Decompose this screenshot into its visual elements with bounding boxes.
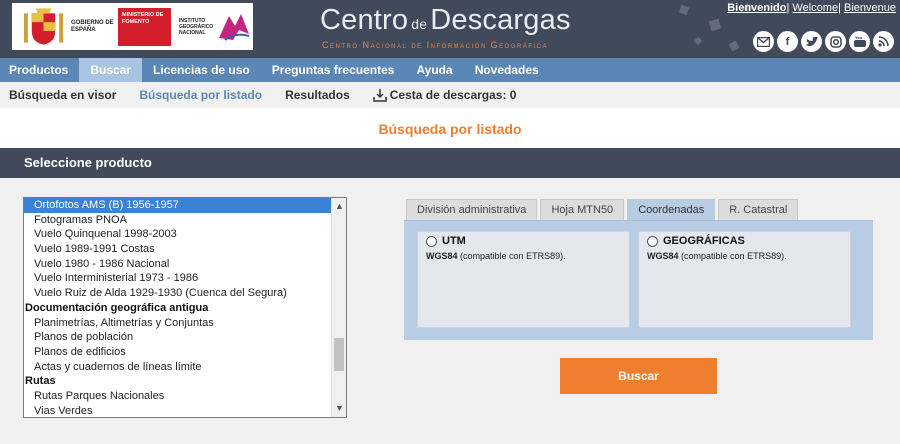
facebook-icon[interactable]: f: [777, 31, 798, 52]
section-title: Seleccione producto: [0, 148, 900, 178]
instagram-icon[interactable]: [825, 31, 846, 52]
mail-icon[interactable]: [753, 31, 774, 52]
nav-item-ayuda[interactable]: Ayuda: [405, 58, 463, 82]
list-group-header: Documentación geográfica antigua: [25, 301, 209, 314]
coordinates-panel: UTM WGS84 (compatible con ETRS89). GEOGR…: [404, 220, 873, 340]
lang-link-en[interactable]: Welcome: [792, 2, 838, 14]
utm-description: WGS84 (compatible con ETRS89).: [426, 251, 566, 261]
site-title: Centro de Descargas: [320, 4, 571, 37]
scroll-up-icon[interactable]: ▲: [332, 199, 346, 214]
utm-radio[interactable]: [426, 235, 437, 247]
svg-text:You: You: [854, 36, 863, 40]
list-option-selected[interactable]: Ortofotos AMS (B) 1956-1957: [24, 198, 332, 213]
product-listbox[interactable]: Ortofotos AMS (B) 1956-1957 Fotogramas P…: [23, 197, 347, 418]
list-option[interactable]: Planos de población: [24, 330, 332, 345]
search-tabs: División administrativa Hoja MTN50 Coord…: [406, 199, 799, 220]
ign-label: Instituto Geográfico Nacional: [179, 17, 214, 36]
government-logo[interactable]: Gobierno de España Ministerio de Fomento…: [12, 3, 253, 50]
geograficas-note: (compatible con ETRS89).: [681, 251, 787, 261]
search-button[interactable]: Buscar: [560, 358, 717, 394]
subnav-busqueda-listado[interactable]: Búsqueda por listado: [139, 88, 262, 102]
nav-item-productos[interactable]: Productos: [0, 58, 79, 82]
scrollbar-thumb[interactable]: [334, 338, 344, 371]
utm-box: UTM WGS84 (compatible con ETRS89).: [417, 231, 630, 328]
title-word-de: de: [411, 16, 428, 32]
youtube-icon[interactable]: You: [849, 31, 870, 52]
rss-icon[interactable]: [873, 31, 894, 52]
gobierno-label: Gobierno de España: [71, 19, 114, 33]
subnav-busqueda-visor[interactable]: Búsqueda en visor: [9, 88, 116, 102]
list-option[interactable]: Vias Verdes: [24, 404, 332, 417]
download-icon: [373, 89, 387, 102]
list-option[interactable]: Vuelo Quinquenal 1998-2003: [24, 227, 332, 242]
list-group-header: Rutas: [25, 375, 56, 388]
geograficas-description: WGS84 (compatible con ETRS89).: [647, 251, 787, 261]
list-option[interactable]: Fotogramas PNOA: [24, 213, 332, 228]
tab-hoja-mtn50[interactable]: Hoja MTN50: [540, 199, 625, 220]
sub-nav: Búsqueda en visor Búsqueda por listado R…: [0, 82, 900, 108]
tab-coordenadas[interactable]: Coordenadas: [627, 199, 716, 220]
list-option[interactable]: Vuelo Ruiz de Alda 1929-1930 (Cuenca del…: [24, 286, 332, 301]
nav-item-novedades[interactable]: Novedades: [464, 58, 550, 82]
list-option[interactable]: Vuelo 1989-1991 Costas: [24, 242, 332, 257]
lang-link-es[interactable]: Bienvenido: [727, 2, 786, 14]
utm-datum: WGS84: [426, 251, 458, 261]
list-option[interactable]: Actas y cuadernos de líneas límite: [24, 360, 332, 375]
geograficas-radio[interactable]: [647, 235, 658, 247]
subnav-cesta[interactable]: Cesta de descargas: 0: [373, 88, 517, 102]
cnig-logo-icon: [219, 13, 250, 41]
listbox-scrollbar[interactable]: ▲ ▼: [331, 198, 346, 417]
site-header: Gobierno de España Ministerio de Fomento…: [0, 0, 900, 58]
list-option[interactable]: Planos de edificios: [24, 345, 332, 360]
nav-item-buscar[interactable]: Buscar: [79, 58, 143, 82]
scroll-down-icon[interactable]: ▼: [332, 401, 346, 416]
nav-item-preguntas[interactable]: Preguntas frecuentes: [261, 58, 406, 82]
twitter-icon[interactable]: [801, 31, 822, 52]
site-subtitle: Centro Nacional de Información Geográfic…: [322, 40, 549, 50]
list-option[interactable]: Vuelo 1980 - 1986 Nacional: [24, 257, 332, 272]
geograficas-box: GEOGRÁFICAS WGS84 (compatible con ETRS89…: [638, 231, 851, 328]
list-option[interactable]: Rutas Parques Nacionales: [24, 389, 332, 404]
utm-label: UTM: [442, 235, 466, 247]
page-title: Búsqueda por listado: [378, 121, 522, 137]
list-option[interactable]: Planimetrías, Altimetrías y Conjuntas: [24, 316, 332, 331]
subnav-resultados[interactable]: Resultados: [285, 88, 350, 102]
nav-item-licencias[interactable]: Licencias de uso: [142, 58, 261, 82]
title-word-centro: Centro: [320, 4, 409, 36]
ministerio-label: Ministerio de Fomento: [118, 7, 171, 46]
geograficas-datum: WGS84: [647, 251, 679, 261]
utm-note: (compatible con ETRS89).: [460, 251, 566, 261]
tab-division-administrativa[interactable]: División administrativa: [406, 199, 538, 220]
coat-of-arms-icon: [23, 7, 64, 45]
list-option[interactable]: Vuelo Interministerial 1973 - 1986: [24, 271, 332, 286]
lang-link-fr[interactable]: Bienvenue: [844, 2, 896, 14]
tab-catastral[interactable]: R. Catastral: [718, 199, 799, 220]
title-word-descargas: Descargas: [430, 4, 571, 36]
main-nav: Productos Buscar Licencias de uso Pregun…: [0, 58, 900, 82]
geograficas-label: GEOGRÁFICAS: [663, 235, 745, 247]
social-links: f You: [753, 31, 894, 52]
product-options: Ortofotos AMS (B) 1956-1957 Fotogramas P…: [24, 198, 332, 417]
language-links: Bienvenido| Welcome| Bienvenue: [727, 2, 896, 14]
cart-label: Cesta de descargas: 0: [389, 88, 517, 102]
